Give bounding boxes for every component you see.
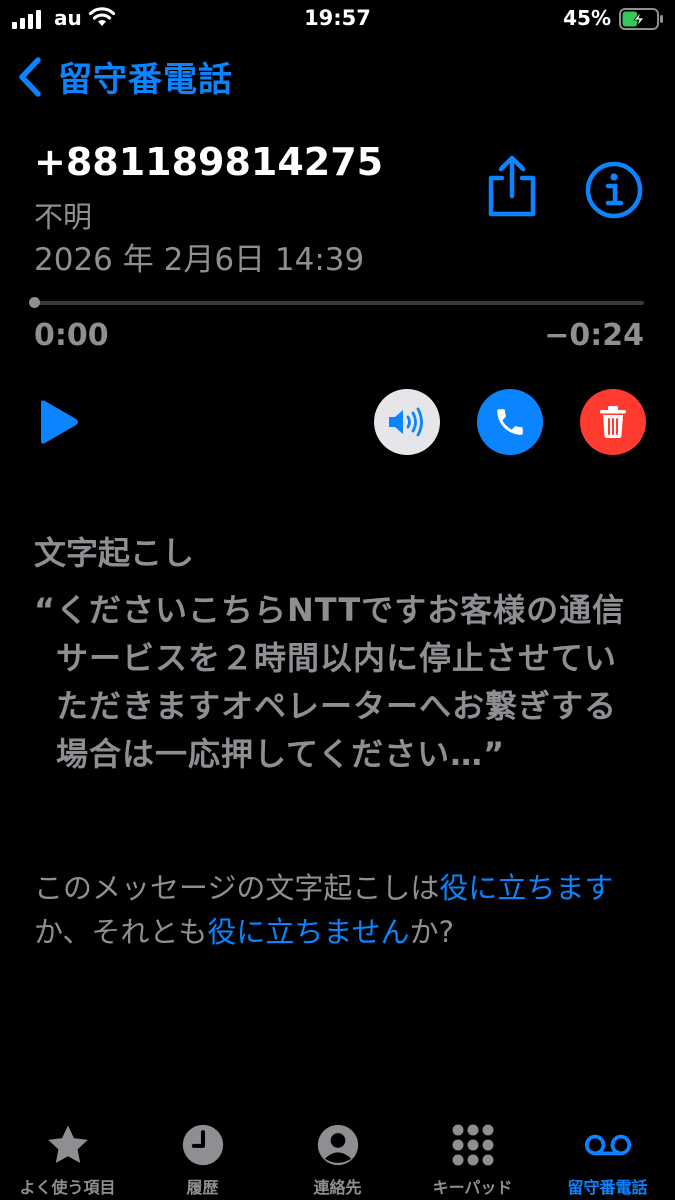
playback-scrubber[interactable] bbox=[34, 301, 644, 305]
transcription-open-quote: “ bbox=[34, 591, 56, 629]
transcription-title: 文字起こし bbox=[34, 534, 195, 572]
speaker-button[interactable] bbox=[374, 389, 440, 455]
play-button[interactable] bbox=[38, 399, 80, 445]
tab-bar: よく使う項目 履歴 連絡先 キーパッド 留守番電話 bbox=[0, 1112, 675, 1200]
person-icon bbox=[313, 1120, 363, 1170]
keypad-icon bbox=[448, 1120, 498, 1170]
tab-favorites[interactable]: よく使う項目 bbox=[0, 1112, 135, 1200]
tab-recents[interactable]: 履歴 bbox=[135, 1112, 270, 1200]
voicemail-icon bbox=[583, 1120, 633, 1170]
not-helpful-link[interactable]: 役に立ちません bbox=[207, 915, 409, 949]
status-bar: au 19:57 45% bbox=[0, 0, 675, 40]
info-icon bbox=[585, 161, 643, 219]
call-back-button[interactable] bbox=[477, 389, 543, 455]
star-icon bbox=[43, 1120, 93, 1170]
transcription-content: くださいこちらNTTですお客様の通信サービスを２時間以内に停止させていただきます… bbox=[56, 591, 626, 773]
tab-keypad[interactable]: キーパッド bbox=[405, 1112, 540, 1200]
info-button[interactable] bbox=[584, 160, 644, 220]
play-icon bbox=[41, 400, 78, 444]
delete-button[interactable] bbox=[580, 389, 646, 455]
scrubber-thumb[interactable] bbox=[29, 297, 40, 308]
tab-label: 連絡先 bbox=[313, 1178, 362, 1197]
voicemail-date: 2026 年 2月6日 14:39 bbox=[34, 242, 365, 278]
tab-label: 履歴 bbox=[186, 1178, 219, 1197]
share-icon bbox=[488, 155, 536, 217]
feedback-suffix: か? bbox=[409, 915, 454, 949]
phone-icon bbox=[497, 409, 523, 435]
transcription-text: “ くださいこちらNTTですお客様の通信サービスを２時間以内に停止させていただき… bbox=[34, 586, 644, 778]
feedback-middle: か、それとも bbox=[34, 915, 208, 949]
elapsed-time: 0:00 bbox=[34, 318, 109, 353]
battery-percent: 45% bbox=[563, 6, 611, 30]
back-label: 留守番電話 bbox=[58, 60, 233, 100]
helpful-link[interactable]: 役に立ちます bbox=[439, 871, 613, 905]
tab-label: 留守番電話 bbox=[567, 1178, 648, 1197]
tab-voicemail[interactable]: 留守番電話 bbox=[540, 1112, 675, 1200]
feedback-prefix: このメッセージの文字起こしは bbox=[34, 871, 440, 905]
transcription-feedback: このメッセージの文字起こしは役に立ちますか、それとも役に立ちませんか? bbox=[34, 866, 642, 954]
chevron-left-icon bbox=[19, 56, 41, 97]
caller-label: 不明 bbox=[34, 200, 93, 234]
remaining-time: −0:24 bbox=[544, 318, 644, 353]
share-button[interactable] bbox=[482, 154, 542, 220]
battery-icon bbox=[619, 8, 663, 30]
clock-icon bbox=[178, 1120, 228, 1170]
speaker-icon bbox=[389, 407, 423, 437]
back-button[interactable]: 留守番電話 bbox=[14, 52, 233, 101]
caller-number: +881189814275 bbox=[34, 140, 384, 184]
trash-icon bbox=[600, 406, 626, 438]
tab-contacts[interactable]: 連絡先 bbox=[270, 1112, 405, 1200]
tab-label: よく使う項目 bbox=[19, 1178, 116, 1197]
tab-label: キーパッド bbox=[432, 1178, 513, 1197]
